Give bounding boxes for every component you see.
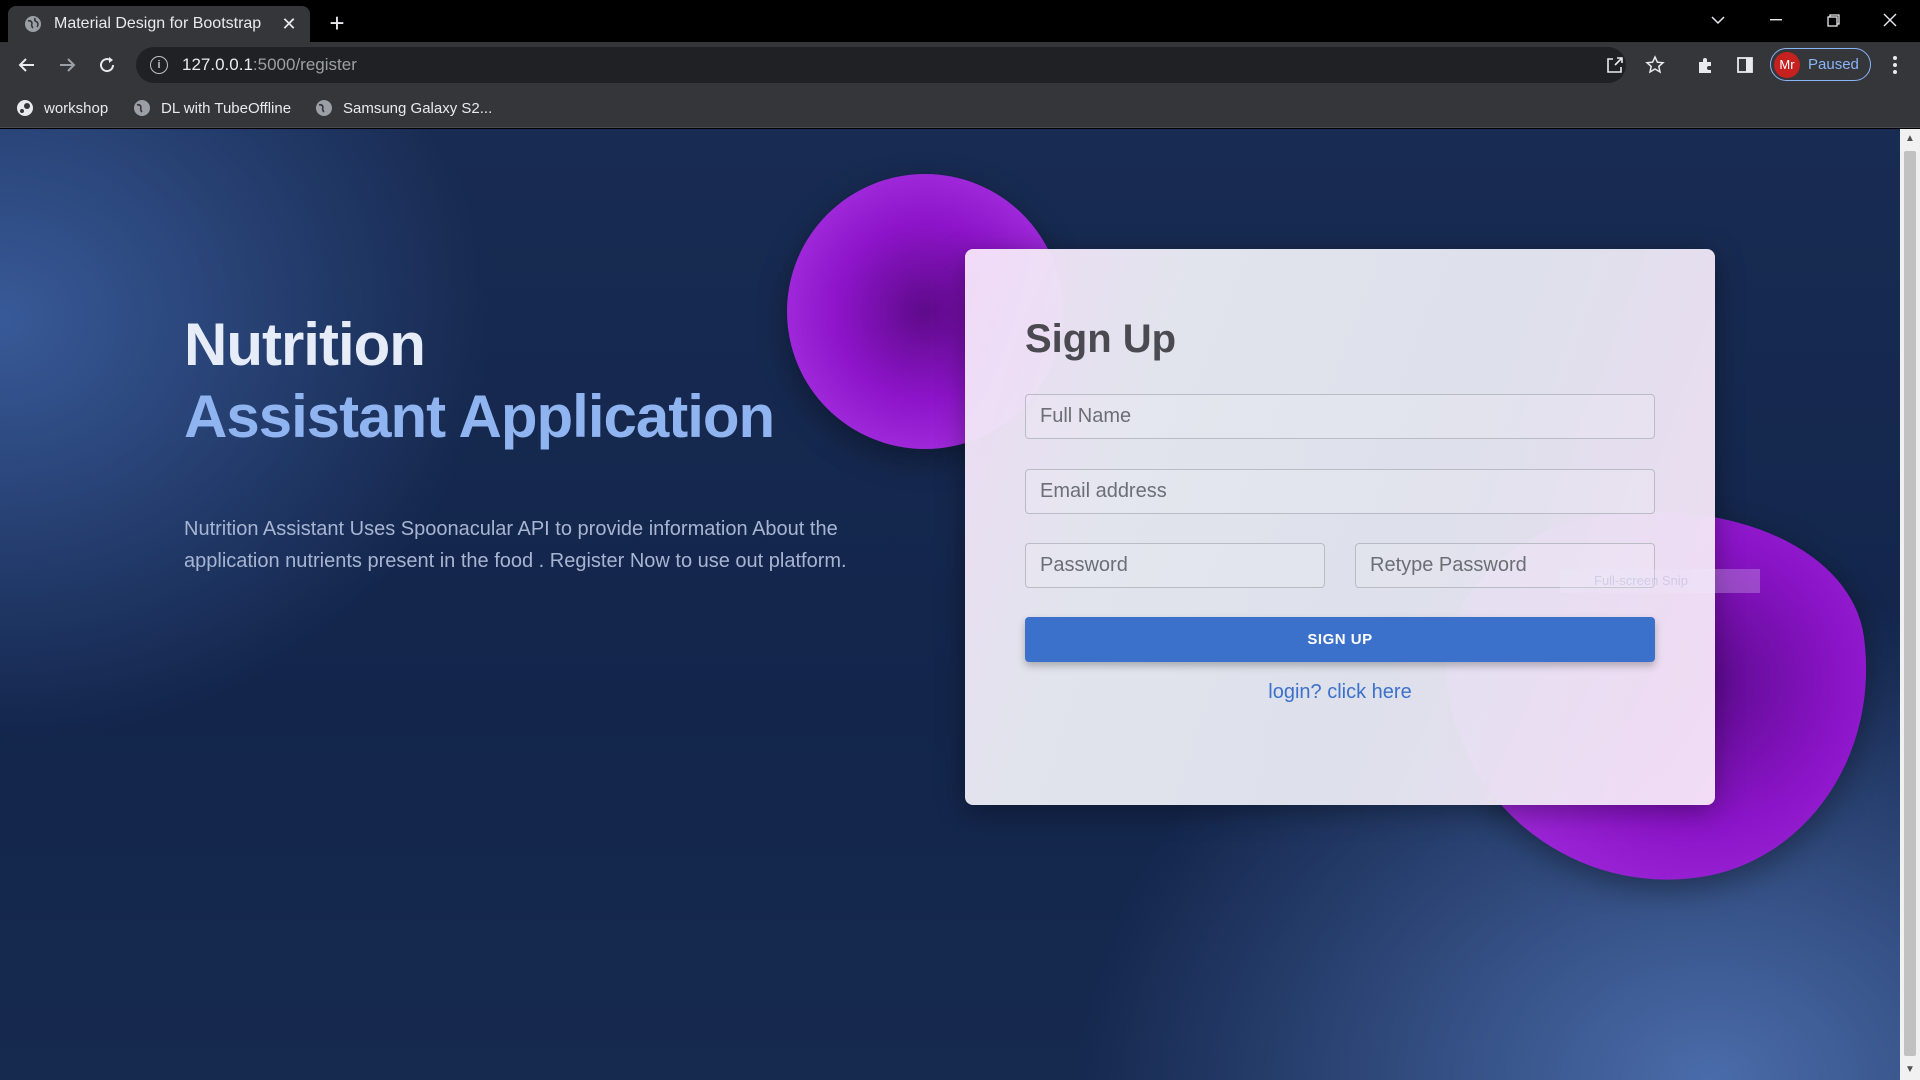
hero-section: Nutrition Assistant Application Nutritio… <box>184 309 904 577</box>
password-field[interactable] <box>1025 543 1325 588</box>
menu-kebab-icon[interactable] <box>1880 50 1910 80</box>
restore-icon[interactable] <box>1805 0 1861 40</box>
login-link[interactable]: login? click here <box>1025 681 1655 704</box>
signup-button[interactable]: SIGN UP <box>1025 617 1655 662</box>
bookmark-label: workshop <box>44 99 109 117</box>
globe-icon <box>25 16 41 32</box>
profile-button[interactable]: Mr Paused <box>1770 48 1871 81</box>
minimize-icon[interactable] <box>1748 0 1804 40</box>
address-bar[interactable]: i 127.0.0.1:5000/register <box>136 47 1626 83</box>
forward-icon[interactable] <box>52 50 82 80</box>
close-window-icon[interactable] <box>1862 0 1918 40</box>
side-panel-icon[interactable] <box>1730 50 1760 80</box>
tab-close-icon[interactable]: ✕ <box>278 13 300 35</box>
site-info-icon[interactable]: i <box>150 56 168 74</box>
bookmarks-bar: workshop DL with TubeOffline Samsung Gal… <box>0 88 1920 128</box>
tab-search-icon[interactable] <box>1690 0 1746 40</box>
full-name-field[interactable] <box>1025 394 1655 439</box>
reload-icon[interactable] <box>92 50 122 80</box>
scroll-down-icon[interactable]: ▼ <box>1904 1064 1916 1076</box>
bookmark-star-icon[interactable] <box>1640 50 1670 80</box>
globe-icon <box>316 100 332 116</box>
hero-description: Nutrition Assistant Uses Spoonacular API… <box>184 518 847 572</box>
email-field[interactable] <box>1025 469 1655 514</box>
back-icon[interactable] <box>12 50 42 80</box>
browser-toolbar: i 127.0.0.1:5000/register Mr Paused <box>0 42 1920 88</box>
scrollbar-thumb[interactable] <box>1904 151 1916 1056</box>
new-tab-button[interactable]: + <box>322 8 352 38</box>
scroll-up-icon[interactable]: ▲ <box>1904 133 1916 145</box>
bookmark-workshop[interactable]: workshop <box>16 96 108 120</box>
bookmark-label: DL with TubeOffline <box>161 99 292 117</box>
bookmark-samsung[interactable]: Samsung Galaxy S2... <box>315 96 492 120</box>
url-host: 127.0.0.1 <box>182 55 253 74</box>
snip-overlay-label: Full-screen Snip <box>1560 569 1760 593</box>
tab-title: Material Design for Bootstrap <box>54 15 262 32</box>
page-viewport: Nutrition Assistant Application Nutritio… <box>0 129 1900 1080</box>
tab-strip: Material Design for Bootstrap ✕ + <box>0 0 1920 42</box>
share-icon[interactable] <box>1600 50 1630 80</box>
extensions-icon[interactable] <box>1690 50 1720 80</box>
url-path: :5000/register <box>252 55 357 74</box>
browser-tab[interactable]: Material Design for Bootstrap ✕ <box>8 6 310 42</box>
steam-icon <box>17 100 33 116</box>
profile-status: Paused <box>1808 56 1859 73</box>
bookmark-tubeoffline[interactable]: DL with TubeOffline <box>133 96 291 120</box>
globe-icon <box>134 100 150 116</box>
bookmark-label: Samsung Galaxy S2... <box>343 99 493 117</box>
hero-title-line1: Nutrition <box>184 311 426 378</box>
hero-title-line2: Assistant Application <box>184 383 775 450</box>
avatar: Mr <box>1774 51 1800 78</box>
scrollbar[interactable]: ▲ ▼ <box>1900 129 1920 1080</box>
signup-heading: Sign Up <box>1025 317 1177 361</box>
signup-card: Sign Up SIGN UP login? click here <box>965 249 1715 805</box>
